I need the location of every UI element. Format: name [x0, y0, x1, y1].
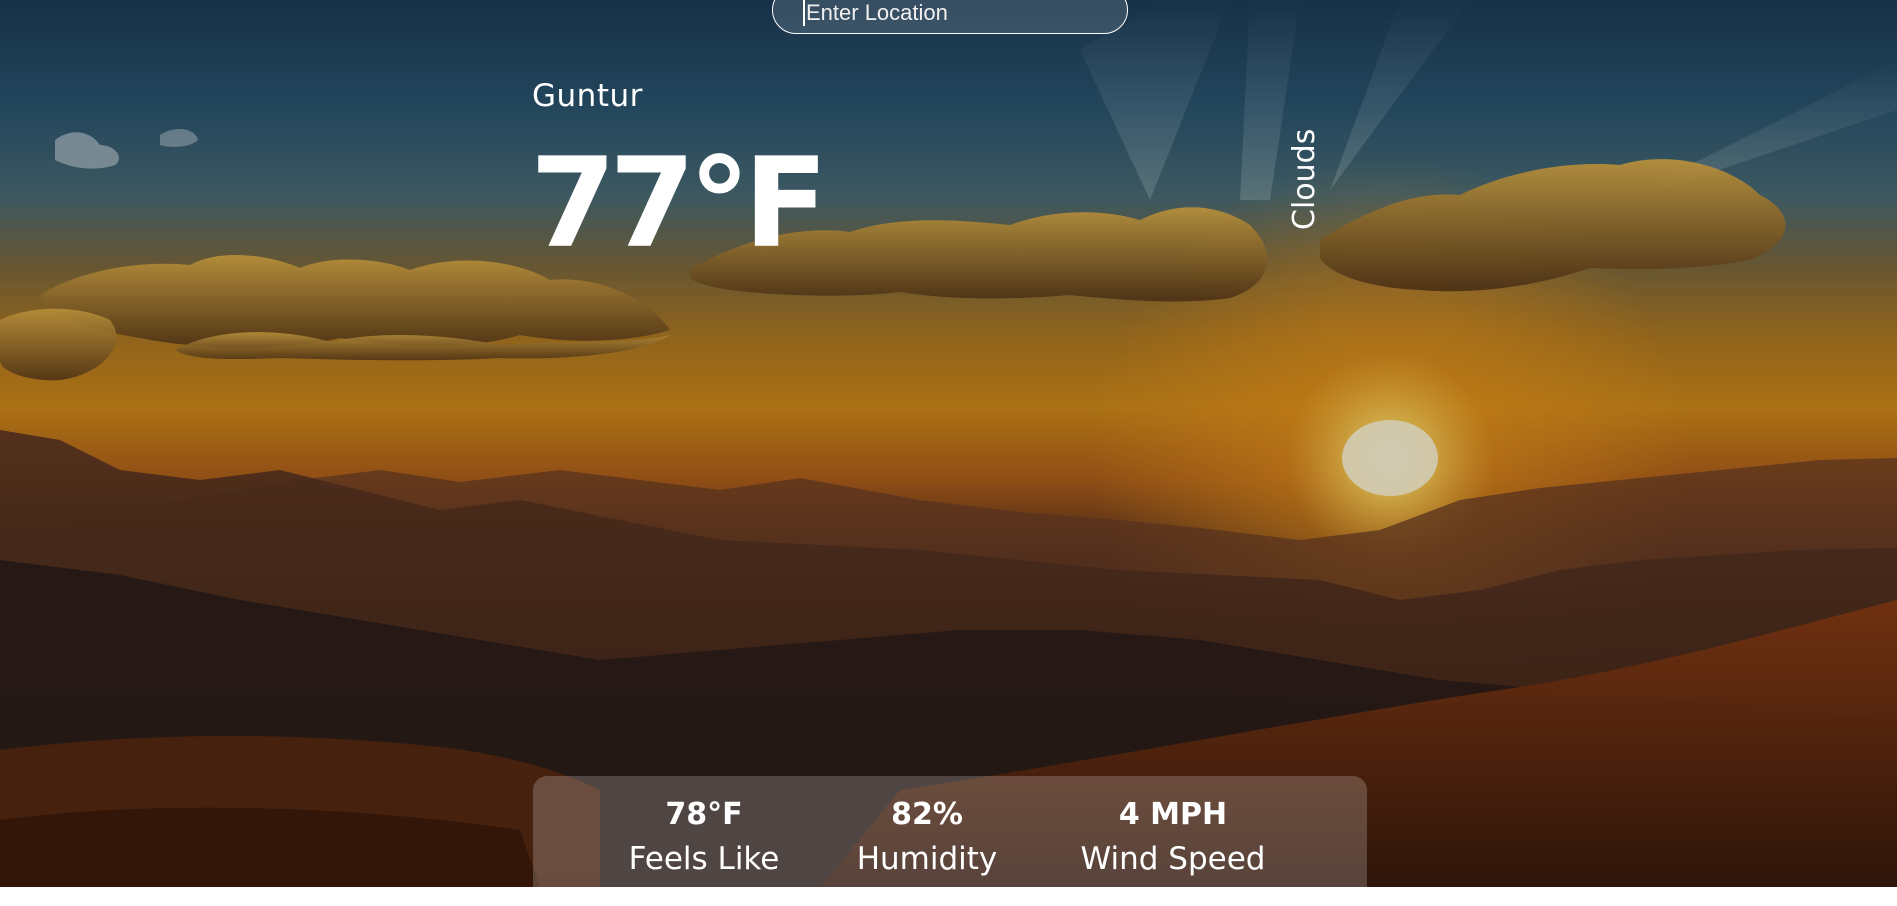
temperature-value: 77°F [530, 132, 828, 276]
background-image [0, 0, 1897, 887]
search-box[interactable] [772, 0, 1128, 34]
feels-like-stat: 78°F Feels Like [629, 800, 780, 875]
feels-like-label: Feels Like [628, 841, 780, 877]
wind-speed-label: Wind Speed [1080, 841, 1266, 877]
wind-speed-value: 4 MPH [1118, 797, 1228, 832]
wind-speed-stat: 4 MPH Wind Speed [1081, 800, 1266, 875]
feels-like-value: 78°F [665, 797, 743, 832]
weather-condition: Clouds [1287, 128, 1322, 230]
humidity-value: 82% [891, 797, 963, 832]
humidity-label: Humidity [856, 841, 998, 877]
search-input[interactable] [803, 0, 1108, 26]
humidity-stat: 82% Humidity [857, 800, 998, 875]
location-name: Guntur [532, 78, 643, 114]
